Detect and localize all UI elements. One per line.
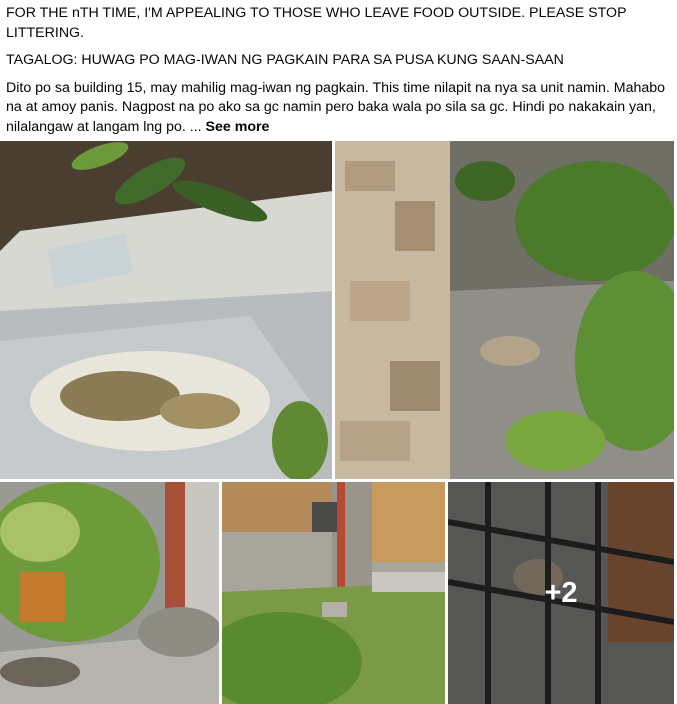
post-headline: FOR THE nTH TIME, I'M APPEALING TO THOSE… bbox=[6, 5, 627, 41]
photo-food-on-foil[interactable] bbox=[0, 141, 332, 479]
photo-plants-pole[interactable] bbox=[0, 482, 219, 704]
photo-street-view-image bbox=[222, 482, 445, 704]
more-photos-overlay[interactable]: +2 bbox=[448, 482, 674, 704]
see-more-link[interactable]: See more bbox=[206, 119, 270, 135]
photo-street-view[interactable] bbox=[222, 482, 445, 704]
photo-stone-wall-plants-image bbox=[335, 141, 674, 479]
photo-food-on-foil-image bbox=[0, 141, 332, 479]
post-text: FOR THE nTH TIME, I'M APPEALING TO THOSE… bbox=[6, 4, 666, 145]
post-tagalog-line: TAGALOG: HUWAG PO MAG-IWAN NG PAGKAIN PA… bbox=[6, 52, 564, 68]
post-body-text: Dito po sa building 15, may mahilig mag-… bbox=[6, 79, 666, 135]
photo-plants-pole-image bbox=[0, 482, 219, 704]
photo-window-grill[interactable]: +2 bbox=[448, 482, 674, 704]
post-body: Dito po sa building 15, may mahilig mag-… bbox=[6, 79, 666, 138]
more-photos-count: +2 bbox=[544, 576, 578, 609]
photo-stone-wall-plants[interactable] bbox=[335, 141, 674, 479]
